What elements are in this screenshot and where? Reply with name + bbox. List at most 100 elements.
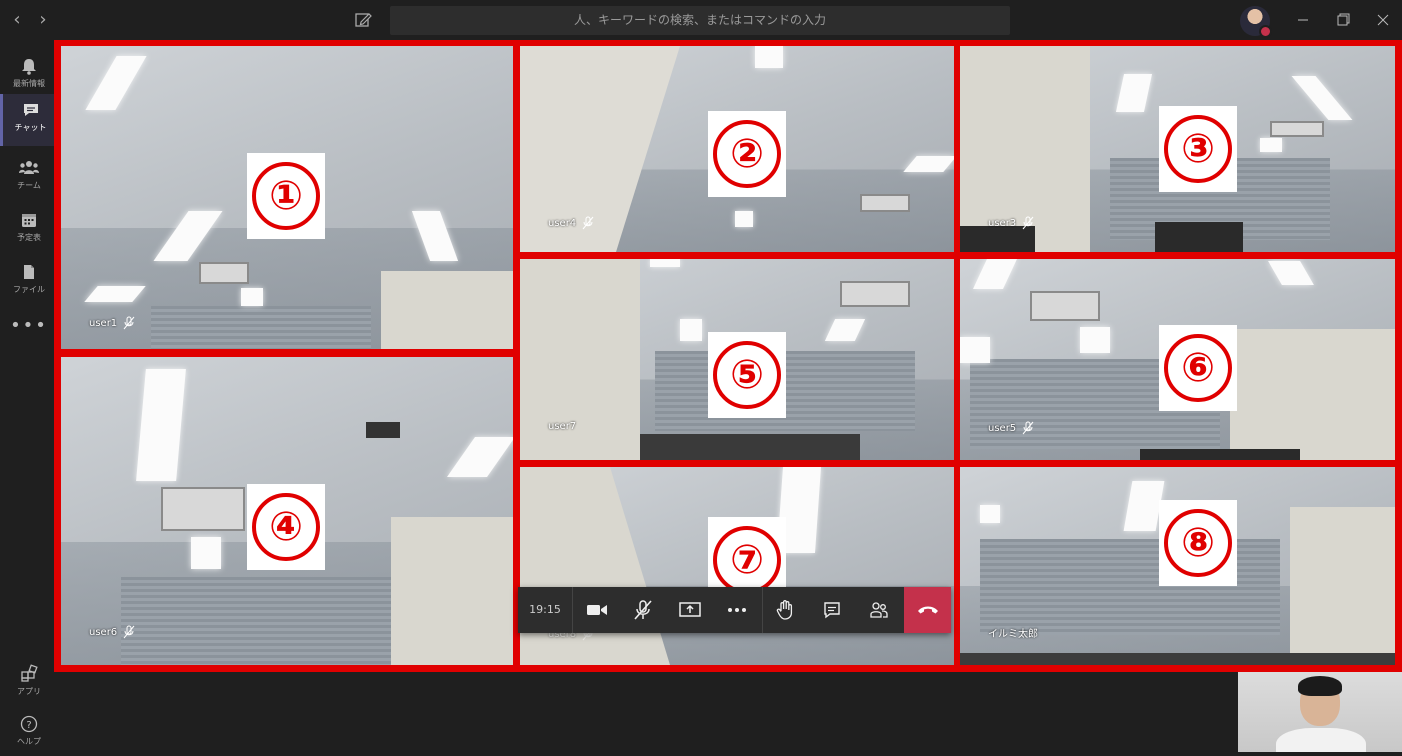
svg-text:?: ? xyxy=(26,720,31,731)
sidebar-item-help[interactable]: ? ヘルプ xyxy=(0,708,58,756)
video-tile[interactable]: ② user4 xyxy=(520,46,954,252)
mic-off-icon xyxy=(123,625,135,639)
title-bar: ‹ › 人、キーワードの検索、またはコマンドの入力 xyxy=(0,0,1402,40)
chat-button[interactable] xyxy=(810,587,854,633)
video-feed xyxy=(520,259,640,460)
video-feed xyxy=(121,577,391,665)
participant-name: user4 xyxy=(548,216,594,230)
sidebar-item-label: チーム xyxy=(17,181,41,190)
video-feed xyxy=(1260,138,1282,152)
video-tile[interactable]: ⑥ user5 xyxy=(960,259,1395,460)
back-icon[interactable]: ‹ xyxy=(6,8,28,32)
restore-icon[interactable] xyxy=(1330,8,1356,32)
video-feed xyxy=(1290,507,1395,665)
video-feed xyxy=(391,517,513,665)
video-feed xyxy=(1080,327,1110,353)
sidebar-item-activity[interactable]: 最新情報 xyxy=(0,50,58,98)
video-tile[interactable]: ④ user6 xyxy=(61,357,513,665)
call-controls: 19:15 xyxy=(518,587,951,633)
mic-off-icon xyxy=(1022,421,1034,435)
search-input[interactable]: 人、キーワードの検索、またはコマンドの入力 xyxy=(390,6,1010,35)
more-apps-button[interactable]: ••• xyxy=(0,315,58,336)
raise-hand-button[interactable] xyxy=(763,587,807,633)
sidebar-item-teams[interactable]: チーム xyxy=(0,152,58,200)
mic-off-icon xyxy=(123,316,135,330)
video-tile[interactable]: ③ user3 xyxy=(960,46,1395,252)
sidebar-item-label: 最新情報 xyxy=(13,79,45,88)
tile-number-label: ② xyxy=(708,111,786,197)
video-feed xyxy=(366,422,400,438)
tile-number-label: ⑥ xyxy=(1159,325,1237,411)
participant-name: user6 xyxy=(89,625,135,639)
tile-number-label: ③ xyxy=(1159,106,1237,192)
video-tile[interactable]: ① user1 xyxy=(61,46,513,349)
video-feed xyxy=(735,211,753,227)
video-feed xyxy=(241,288,263,306)
participants-icon xyxy=(870,602,888,618)
video-feed xyxy=(1270,121,1324,137)
hang-up-button[interactable] xyxy=(904,587,951,633)
video-feed xyxy=(960,653,1395,665)
apps-icon xyxy=(21,664,38,682)
camera-button[interactable] xyxy=(575,587,619,633)
video-feed xyxy=(960,337,990,363)
video-feed xyxy=(1140,449,1300,460)
mute-button[interactable] xyxy=(621,587,665,633)
sidebar-item-label: チャット xyxy=(14,123,47,132)
participant-name: user5 xyxy=(988,421,1034,435)
sidebar-item-calendar[interactable]: 予定表 xyxy=(0,204,58,252)
video-tile[interactable]: ⑧ イルミ太郎 xyxy=(960,467,1395,665)
bell-icon xyxy=(22,59,36,75)
hang-up-icon xyxy=(917,606,938,614)
sidebar-item-label: ファイル xyxy=(13,285,45,294)
video-tile[interactable]: ⑤ user7 xyxy=(520,259,954,460)
app-bar: 最新情報 チャット チーム 予定表 ファイル ••• アプリ ? ヘルプ xyxy=(0,40,58,752)
tile-number-label: ⑧ xyxy=(1159,500,1237,586)
tile-number-label: ① xyxy=(247,153,325,239)
participants-button[interactable] xyxy=(857,587,901,633)
tile-number-label: ⑤ xyxy=(708,332,786,418)
participant-name: user1 xyxy=(89,316,135,330)
sidebar-item-label: アプリ xyxy=(17,687,41,696)
help-icon: ? xyxy=(20,715,38,733)
sidebar-item-label: 予定表 xyxy=(17,233,41,242)
mic-off-icon xyxy=(634,600,652,620)
video-feed xyxy=(199,262,249,284)
self-video-feed xyxy=(1276,728,1366,752)
calendar-icon xyxy=(22,214,36,227)
chat-icon xyxy=(824,602,840,619)
mic-off-icon xyxy=(582,216,594,230)
video-feed xyxy=(860,194,910,212)
video-feed xyxy=(755,46,783,68)
self-video-feed xyxy=(1298,676,1342,696)
forward-icon[interactable]: › xyxy=(32,8,54,32)
video-grid: ① user1 ② user4 ③ user3 ④ user6 ⑤ user7 … xyxy=(54,40,1402,672)
close-icon[interactable] xyxy=(1370,8,1396,32)
minimize-icon[interactable] xyxy=(1290,8,1316,32)
video-feed xyxy=(161,487,245,531)
sidebar-item-chat[interactable]: チャット xyxy=(0,94,58,146)
sidebar-item-apps[interactable]: アプリ xyxy=(0,658,58,706)
chat-icon xyxy=(23,104,38,116)
video-feed xyxy=(650,259,680,267)
raise-hand-icon xyxy=(776,600,793,620)
video-feed xyxy=(1230,329,1395,460)
share-screen-button[interactable] xyxy=(668,587,712,633)
sidebar-item-files[interactable]: ファイル xyxy=(0,256,58,304)
video-feed xyxy=(680,319,702,341)
participant-name: イルミ太郎 xyxy=(988,629,1038,640)
avatar[interactable] xyxy=(1240,6,1272,38)
participant-name: user7 xyxy=(548,421,577,432)
video-feed xyxy=(640,434,860,460)
more-actions-button[interactable] xyxy=(715,587,759,633)
compose-icon[interactable] xyxy=(352,9,374,31)
presence-status-icon xyxy=(1259,25,1272,38)
file-icon xyxy=(24,265,34,279)
self-video-preview[interactable] xyxy=(1238,672,1402,752)
participant-name: user3 xyxy=(988,216,1034,230)
video-feed xyxy=(840,281,910,307)
video-feed xyxy=(191,537,221,569)
video-tile[interactable]: ⑦ user8 xyxy=(520,467,954,665)
camera-icon xyxy=(587,605,607,615)
video-feed xyxy=(1030,291,1100,321)
